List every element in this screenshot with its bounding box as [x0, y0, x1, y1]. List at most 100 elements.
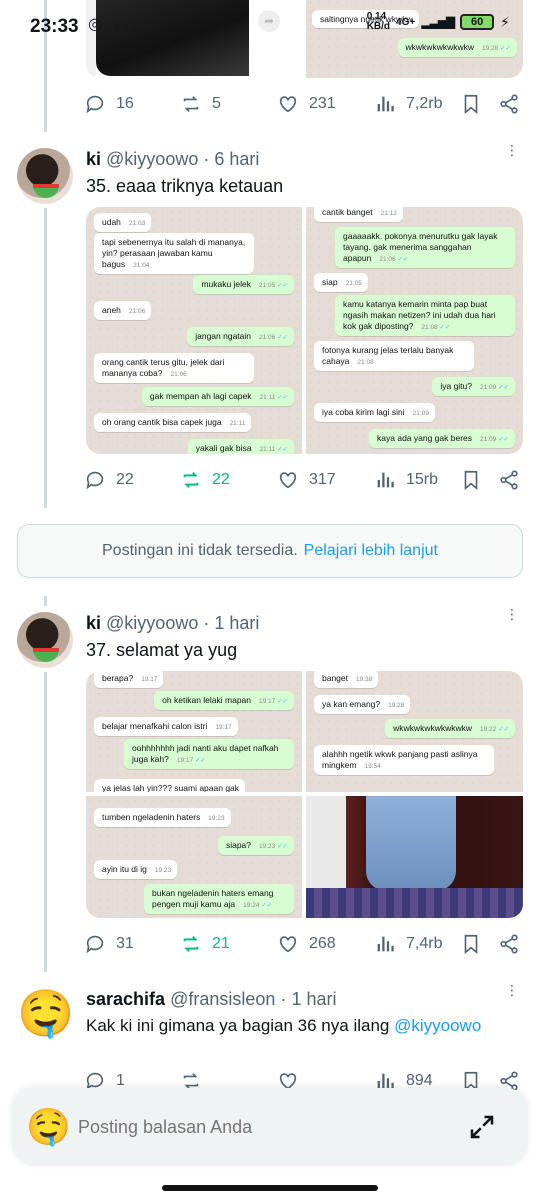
- chat-bubble-time: 21:03: [128, 220, 146, 227]
- more-options-icon[interactable]: ⋮: [505, 983, 519, 997]
- thread-line: [44, 672, 47, 972]
- reply-body: Kak ki ini gimana ya bagian 36 nya ilang: [86, 1016, 390, 1035]
- chat-screenshot-top-right: banget 19:38 ya kan emang? 19:28 wkwkwkwkwkw…: [306, 671, 523, 792]
- author-handle[interactable]: @kiyyoowo: [106, 613, 198, 633]
- like-button[interactable]: 231: [277, 93, 336, 115]
- reply-button[interactable]: 16: [84, 93, 134, 115]
- author-handle[interactable]: @fransisleon: [170, 989, 275, 1009]
- author-name[interactable]: sarachifa: [86, 989, 165, 1009]
- chat-bubble-text: alahhh ngetik wkwk panjang pasti aslinya…: [322, 749, 478, 770]
- avatar-watermelon: [33, 184, 59, 198]
- avatar[interactable]: [17, 148, 73, 204]
- reply-icon: [86, 471, 104, 490]
- repost-button[interactable]: 5: [180, 93, 221, 115]
- share-button[interactable]: [498, 933, 520, 955]
- chat-bubble-text: tumben ngeladenin haters: [102, 812, 201, 822]
- repost-button[interactable]: 21: [180, 933, 230, 955]
- tweet-age: 6 hari: [214, 149, 260, 169]
- chat-bubble-time: 21:06: [128, 308, 146, 315]
- chat-bubble: belajar menafkahi calon istri 19:17: [94, 717, 238, 736]
- chat-bubble: ya jelas lah yin??? suami apaan gak: [94, 779, 246, 792]
- chat-bubble-time: 21:09: [412, 410, 429, 417]
- reply-header: sarachifa @fransisleon · 1 hari: [86, 989, 336, 1010]
- views-button[interactable]: 7,2rb: [374, 93, 442, 115]
- chat-screenshot-top-left: berapa? 19:17 oh ketikan lelaki mapan 19:17…: [86, 671, 302, 792]
- chat-bubble: iya coba kirim lagi sini 21:09: [314, 403, 435, 422]
- chat-bubble-time: 19:17: [259, 698, 288, 705]
- bookmark-button[interactable]: [460, 93, 482, 115]
- chat-bubble-text: ya jelas lah yin??? suami apaan gak: [102, 783, 240, 792]
- avatar-watermelon: [33, 648, 59, 662]
- chat-bubble-text: oh orang cantik bisa capek juga: [102, 417, 222, 427]
- thread-line: [44, 208, 47, 508]
- chat-bubble-time: 21:11: [260, 446, 289, 453]
- reply-count: 22: [116, 471, 134, 488]
- more-options-icon[interactable]: ⋮: [505, 143, 519, 157]
- reply-button[interactable]: 31: [84, 933, 134, 955]
- tweet-35-media[interactable]: udah 21:03 tapi sebenernya itu salah di ma…: [86, 207, 523, 454]
- chat-bubble-time: 21:05: [259, 282, 288, 289]
- repost-button[interactable]: 22: [180, 469, 230, 491]
- bookmark-button[interactable]: [460, 469, 482, 491]
- more-options-icon[interactable]: ⋮: [505, 607, 519, 621]
- separator-dot: ·: [203, 149, 210, 169]
- composer-avatar: 🤤: [26, 1106, 71, 1147]
- chat-bubble-text: banget: [322, 673, 348, 683]
- chat-bubble: jangan ngatain 21:06: [187, 327, 294, 346]
- chat-bubble: bukan ngeladenin haters emang pengen muj…: [144, 884, 294, 914]
- battery-icon: 60: [460, 14, 495, 30]
- heart-icon: [279, 936, 297, 953]
- mention-link[interactable]: @kiyyoowo: [394, 1016, 481, 1035]
- chat-bubble: mukaku jelek 21:05: [193, 275, 294, 294]
- emoji-avatar[interactable]: 🤤: [17, 985, 73, 1041]
- author-handle[interactable]: @kiyyoowo: [106, 149, 198, 169]
- chat-bubble-text: udah: [102, 217, 121, 227]
- home-indicator[interactable]: [162, 1185, 378, 1191]
- chat-bubble-time: 21:11: [229, 420, 246, 427]
- chat-bubble: oh ketikan lelaki mapan 19:17: [154, 691, 294, 710]
- views-icon: [377, 936, 394, 952]
- tweet-37-media[interactable]: berapa? 19:17 oh ketikan lelaki mapan 19:17…: [86, 671, 523, 918]
- chat-bubble-time: 19:28: [388, 702, 405, 709]
- chat-bubble: iya gitu? 21:09: [432, 377, 515, 396]
- avatar[interactable]: [17, 612, 73, 668]
- learn-more-link[interactable]: Pelajari lebih lanjut: [304, 542, 438, 560]
- views-button[interactable]: 7,4rb: [374, 933, 442, 955]
- reply-input[interactable]: [78, 1110, 438, 1144]
- views-count: 7,4rb: [406, 935, 443, 952]
- reply-composer[interactable]: 🤤: [12, 1088, 528, 1166]
- chat-bubble-text: siap: [322, 277, 338, 287]
- chat-screenshot-right: cantik banget 21:12 gaaaaakk. pokonya menu…: [306, 207, 523, 454]
- bookmark-icon: [464, 94, 478, 115]
- author-name[interactable]: ki: [86, 149, 101, 169]
- chat-bubble-text: aneh: [102, 305, 121, 315]
- chat-bubble-time: 21:09: [480, 384, 509, 391]
- bookmark-button[interactable]: [460, 933, 482, 955]
- photo-jeans-legs: [366, 796, 456, 891]
- like-count: 231: [309, 95, 336, 112]
- share-button[interactable]: [498, 93, 520, 115]
- like-button[interactable]: 317: [277, 469, 336, 491]
- chat-bubble-text: wkwkwkwkwkwkwkw: [393, 723, 473, 733]
- reply-count: 16: [116, 95, 134, 112]
- reply-icon: [86, 95, 104, 114]
- chat-bubble-time: 19:24: [243, 902, 272, 909]
- chat-bubble-time: 19:38: [356, 676, 373, 683]
- photo-wall: [306, 796, 346, 888]
- chat-bubble: siapa? 19:23: [217, 836, 294, 855]
- views-button[interactable]: 15rb: [374, 469, 438, 491]
- author-name[interactable]: ki: [86, 613, 101, 633]
- thread-line: [44, 596, 47, 606]
- chat-bubble-time: 21:08: [421, 324, 450, 331]
- like-button[interactable]: 268: [277, 933, 336, 955]
- chat-bubble-text: jangan ngatain: [195, 331, 252, 341]
- chat-bubble: yakali gak bisa 21:11: [187, 439, 294, 454]
- reply-button[interactable]: 22: [84, 469, 134, 491]
- chat-bubble: orang cantik terus gitu, jelek dari mana…: [94, 353, 254, 383]
- chat-bubble: siap 21:05: [314, 273, 368, 292]
- share-button[interactable]: [498, 469, 520, 491]
- heart-icon: [279, 472, 297, 489]
- chat-bubble: banget 19:38: [314, 671, 379, 688]
- repost-count: 5: [212, 95, 221, 112]
- expand-icon[interactable]: [467, 1112, 497, 1142]
